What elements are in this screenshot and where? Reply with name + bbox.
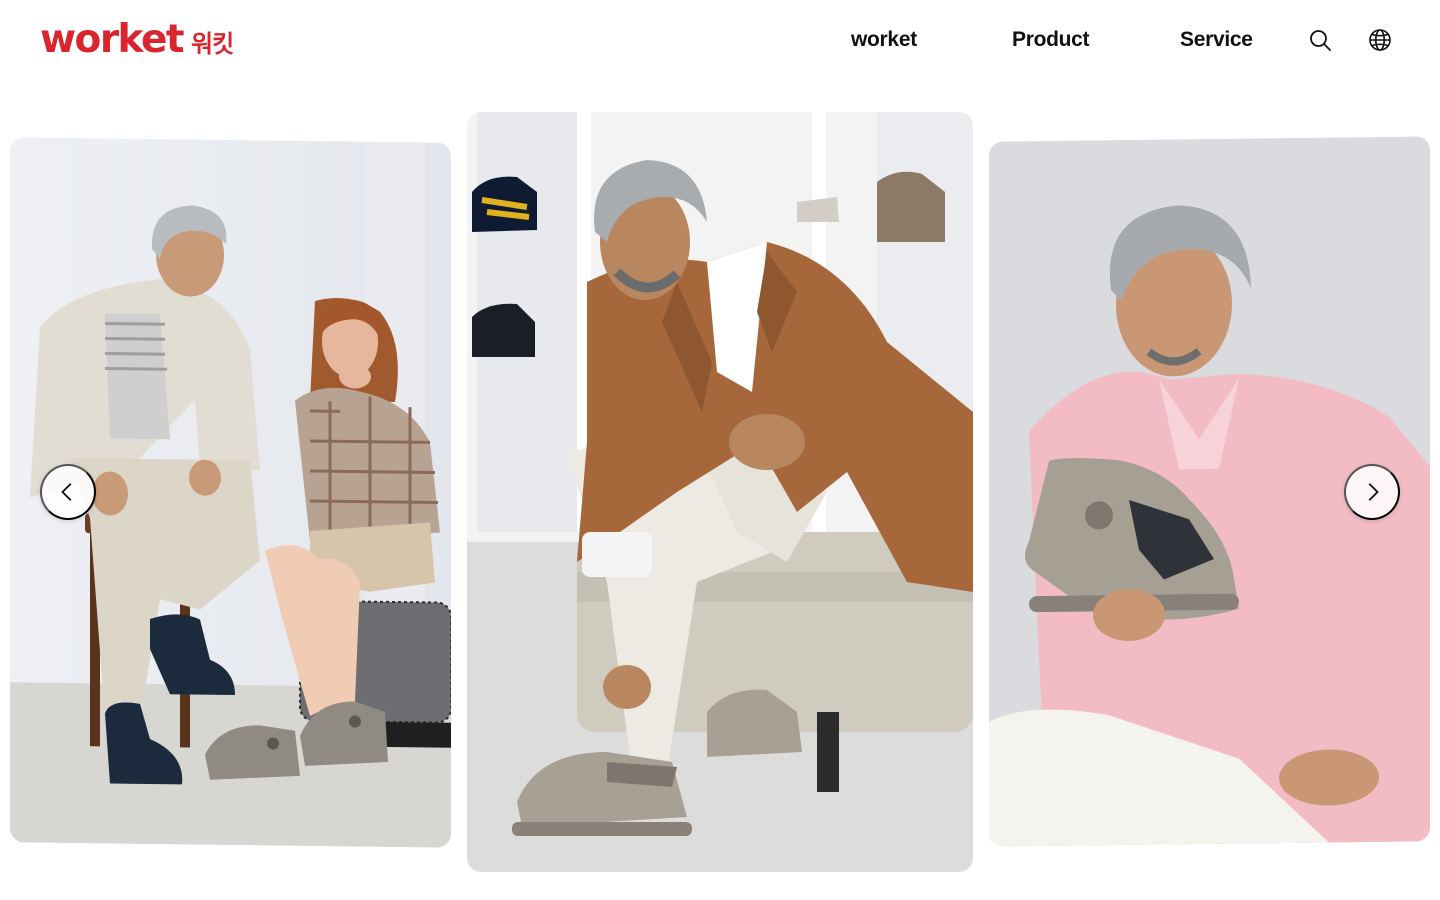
brand-logo[interactable]: worket 워킷 <box>40 17 234 62</box>
chevron-right-icon <box>1368 483 1379 501</box>
site-header: worket 워킷 worket Product Service <box>0 0 1440 82</box>
logo-wordmark: worket <box>40 17 185 62</box>
nav-item-product[interactable]: Product <box>1012 26 1090 54</box>
nav-item-service[interactable]: Service <box>1180 26 1253 54</box>
carousel-next-button[interactable] <box>1344 464 1400 520</box>
carousel-prev-button[interactable] <box>40 464 96 520</box>
globe-icon[interactable] <box>1368 28 1392 52</box>
search-icon[interactable] <box>1308 28 1332 52</box>
chevron-left-icon <box>61 483 72 501</box>
logo-korean-wordmark: 워킷 <box>191 30 234 58</box>
carousel-slide-blazer[interactable] <box>467 112 973 872</box>
photo-blazer <box>467 112 973 872</box>
nav-item-worket[interactable]: worket <box>851 26 917 54</box>
